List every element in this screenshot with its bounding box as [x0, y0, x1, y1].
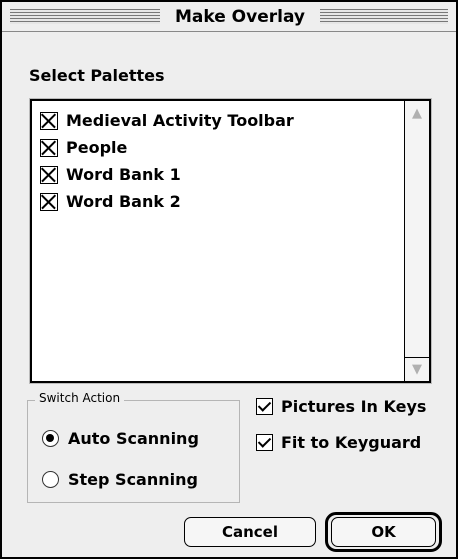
title-bar-stripes-right: [320, 9, 448, 24]
list-item[interactable]: Word Bank 2: [32, 188, 402, 215]
cancel-button[interactable]: Cancel: [184, 517, 316, 547]
step-scanning-label: Step Scanning: [68, 470, 198, 489]
list-item[interactable]: People: [32, 134, 402, 161]
list-item[interactable]: Word Bank 1: [32, 161, 402, 188]
palette-list-items: Medieval Activity Toolbar People Word Ba…: [32, 101, 402, 215]
checkmark-icon[interactable]: [256, 398, 273, 415]
list-item-label: People: [66, 138, 128, 157]
title-bar[interactable]: Make Overlay: [2, 2, 456, 32]
title-bar-stripes-left: [10, 9, 160, 24]
list-item-label: Word Bank 2: [66, 192, 181, 211]
scroll-down-arrow-icon[interactable]: ▼: [405, 357, 429, 381]
radio-unselected-icon[interactable]: [42, 471, 59, 488]
scroll-up-arrow-icon[interactable]: ▲: [405, 101, 429, 125]
switch-action-legend: Switch Action: [35, 391, 125, 405]
pictures-in-keys-label: Pictures In Keys: [281, 397, 427, 416]
list-item-label: Medieval Activity Toolbar: [66, 111, 294, 130]
checked-box-icon[interactable]: [40, 165, 58, 184]
list-item[interactable]: Medieval Activity Toolbar: [32, 107, 402, 134]
fit-to-keyguard-checkbox[interactable]: Fit to Keyguard: [256, 433, 421, 452]
step-scanning-option[interactable]: Step Scanning: [42, 470, 198, 489]
radio-selected-icon[interactable]: [42, 430, 59, 447]
checked-box-icon[interactable]: [40, 192, 58, 211]
vertical-scrollbar[interactable]: ▲ ▼: [404, 101, 429, 381]
checked-box-icon[interactable]: [40, 138, 58, 157]
palette-list[interactable]: Medieval Activity Toolbar People Word Ba…: [30, 99, 431, 383]
list-item-label: Word Bank 1: [66, 165, 181, 184]
auto-scanning-label: Auto Scanning: [68, 429, 199, 448]
make-overlay-dialog: Make Overlay Select Palettes Medieval Ac…: [0, 0, 458, 559]
checked-box-icon[interactable]: [40, 111, 58, 130]
select-palettes-label: Select Palettes: [29, 66, 165, 85]
dialog-title: Make Overlay: [160, 5, 320, 29]
pictures-in-keys-checkbox[interactable]: Pictures In Keys: [256, 397, 426, 416]
checkmark-icon[interactable]: [256, 434, 273, 451]
fit-to-keyguard-label: Fit to Keyguard: [281, 433, 422, 452]
ok-button[interactable]: OK: [331, 517, 436, 547]
auto-scanning-option[interactable]: Auto Scanning: [42, 429, 199, 448]
